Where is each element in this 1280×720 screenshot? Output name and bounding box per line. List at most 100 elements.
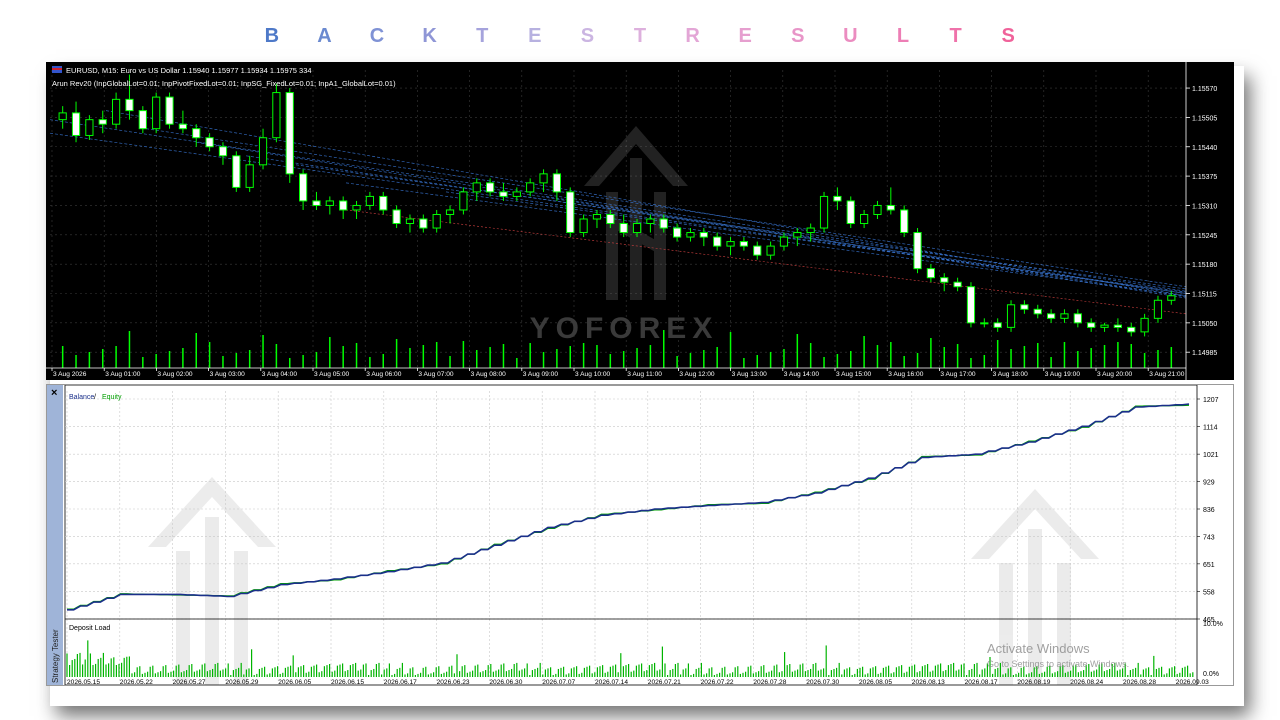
price-chart[interactable]: YOFOREX 1.15570 1.15505 1.15440 1.15375 1.15… <box>46 62 1234 380</box>
page-title: BACKTESTRESULTS <box>0 22 1280 50</box>
activate-windows-subtitle: Go to Settings to activate Windows. <box>987 659 1129 669</box>
title-letter: A <box>317 24 332 47</box>
candle <box>352 200 361 219</box>
candle <box>913 228 922 274</box>
candle <box>860 209 869 229</box>
candle-body <box>552 173 561 193</box>
title-letter: L <box>896 24 910 47</box>
legend-sep: / <box>94 394 96 401</box>
candle-body <box>432 213 441 229</box>
candle-body <box>352 204 361 211</box>
candle-body <box>1167 295 1176 301</box>
candle-body <box>499 191 508 197</box>
price-label: 1.15570 <box>1192 86 1217 93</box>
candle <box>940 273 949 292</box>
candle-body <box>913 232 922 270</box>
candle-body <box>472 182 481 193</box>
symbol-line: EURUSD, M15: Euro vs US Dollar 1.15940 1… <box>66 66 312 75</box>
candle-body <box>1020 304 1029 310</box>
load-label-max: 10.0% <box>1203 621 1223 628</box>
candle-body <box>860 213 869 225</box>
date-label: 2026.05.22 <box>120 679 153 685</box>
candle-body <box>245 164 254 188</box>
balance-axis: 120711141021929836743651558465 <box>1197 397 1219 624</box>
time-label: 3 Aug 11:00 <box>627 371 662 378</box>
side-tab-label: Strategy Tester <box>51 629 60 683</box>
candle <box>886 187 895 215</box>
candle <box>1006 300 1016 332</box>
time-label: 3 Aug 17:00 <box>940 371 976 378</box>
candle <box>1020 300 1029 314</box>
candle <box>379 191 388 215</box>
date-label: 2026.07.28 <box>753 679 786 685</box>
date-label: 2026.06.30 <box>489 679 522 685</box>
price-chart-window[interactable]: YOFOREX 1.15570 1.15505 1.15440 1.15375 1.15… <box>46 62 1234 380</box>
title-letter: U <box>843 24 858 47</box>
time-label: 3 Aug 07:00 <box>418 371 454 378</box>
logo-pillar <box>176 551 190 685</box>
candle <box>192 124 201 147</box>
candle <box>512 187 521 201</box>
candle-body <box>419 218 428 229</box>
candle-body <box>993 322 1002 328</box>
candle-body <box>1113 324 1122 328</box>
candle <box>205 133 214 152</box>
candle <box>846 196 855 229</box>
time-label: 3 Aug 04:00 <box>262 371 298 378</box>
load-label-min: 0.0% <box>1203 671 1219 678</box>
candle-body <box>900 209 909 234</box>
candle <box>285 88 294 183</box>
candle-body <box>1140 317 1149 333</box>
title-letter: T <box>476 24 489 47</box>
candle <box>419 214 428 233</box>
title-letter: T <box>949 24 962 47</box>
date-label: 2026.08.17 <box>965 679 998 685</box>
price-label: 1.15440 <box>1192 145 1217 152</box>
candle-body <box>258 137 268 166</box>
candle <box>85 115 94 140</box>
trend-line <box>195 141 1187 299</box>
title-letter: C <box>369 24 385 47</box>
candle-body <box>766 245 775 256</box>
candle-body <box>726 241 735 247</box>
candle-body <box>953 281 962 288</box>
time-label: 3 Aug 14:00 <box>784 371 820 378</box>
candle <box>1153 295 1163 323</box>
date-label: 2026.05.29 <box>225 679 258 685</box>
candle-body <box>272 92 281 139</box>
time-label: 3 Aug 01:00 <box>105 371 141 378</box>
candle <box>138 106 147 134</box>
candle-body <box>58 112 67 121</box>
candle-body <box>112 98 121 125</box>
trend-line <box>345 182 1187 297</box>
candle <box>766 241 775 260</box>
candle <box>900 205 909 238</box>
strategy-tester-window[interactable]: × Strategy Tester 1207 1114 1021 929 836 743 6… <box>46 384 1234 686</box>
date-label: 2026.05.27 <box>173 679 206 685</box>
candle-body <box>980 322 989 325</box>
candle-body <box>512 191 521 197</box>
date-label: 2026.07.22 <box>701 679 734 685</box>
ea-line: Arun Rev20 (InpGlobalLot=0.01; InpPivotF… <box>52 79 396 88</box>
time-label: 3 Aug 06:00 <box>366 371 402 378</box>
price-label: 1.15050 <box>1192 321 1217 328</box>
date-axis: 2026.05.15 2026.05.22 2026.05.27 2026.05.29… <box>67 679 1209 685</box>
date-label: 2026.09.03 <box>1176 679 1209 685</box>
candle <box>526 178 535 197</box>
activate-windows-title: Activate Windows <box>987 641 1090 656</box>
candle <box>165 92 174 129</box>
candle <box>673 223 682 242</box>
candle-body <box>445 209 455 215</box>
candle <box>98 110 107 134</box>
flag-icon-stripe <box>52 68 62 70</box>
candle-body <box>71 112 81 136</box>
candle <box>726 237 735 256</box>
close-icon[interactable]: × <box>51 387 57 399</box>
title-letter: B <box>264 24 280 47</box>
balance-label: 1207 <box>1203 397 1219 404</box>
candle-body <box>218 146 228 157</box>
candle-body <box>1127 326 1136 333</box>
candle-body <box>405 218 415 225</box>
candle-body <box>1006 304 1016 328</box>
time-label: 3 Aug 03:00 <box>210 371 246 378</box>
